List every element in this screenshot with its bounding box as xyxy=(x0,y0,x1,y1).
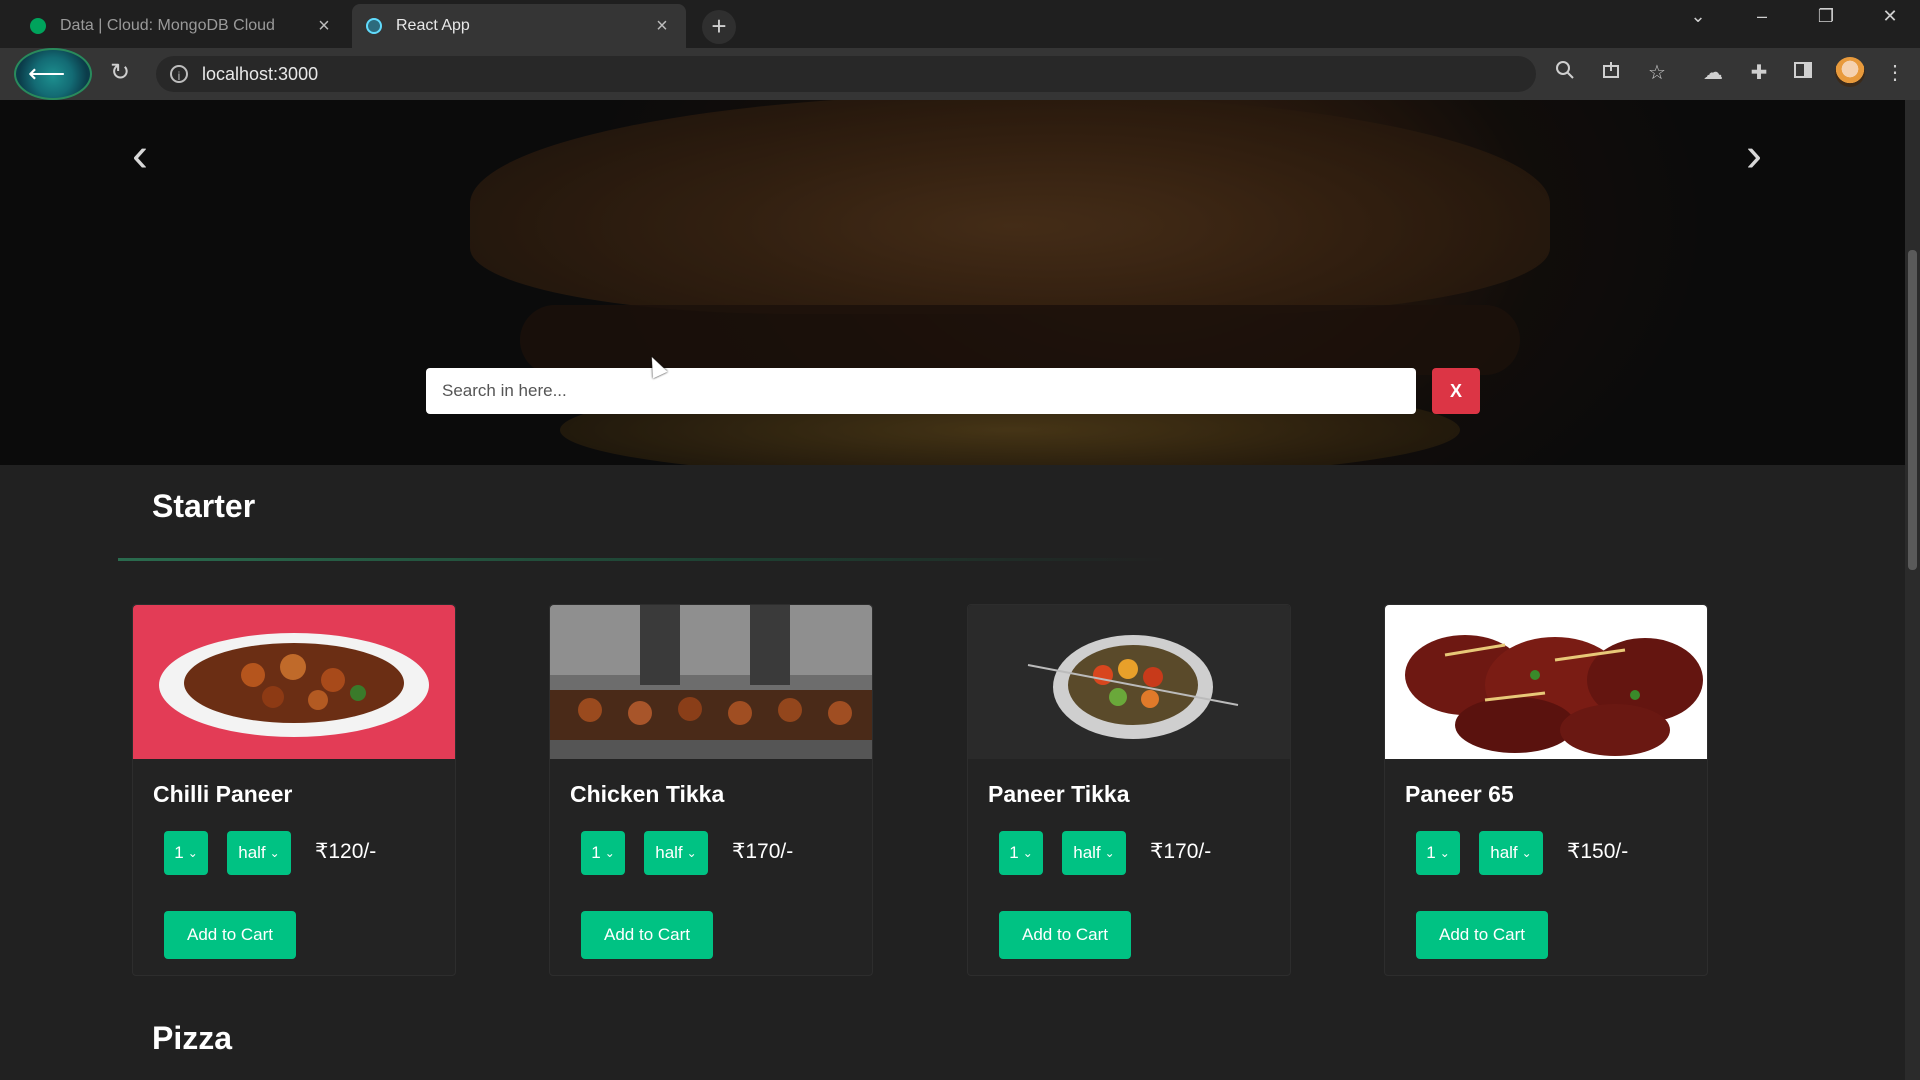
food-image xyxy=(133,605,455,759)
size-select[interactable]: half ⌄ xyxy=(644,831,708,875)
zoom-icon[interactable] xyxy=(1550,60,1580,86)
food-card: Paneer 65 1 ⌄ half ⌄ ₹150/- Add to Cart xyxy=(1384,604,1708,976)
food-image xyxy=(550,605,872,759)
section-title-starter: Starter xyxy=(152,488,256,524)
add-to-cart-button[interactable]: Add to Cart xyxy=(1416,911,1548,959)
reload-icon[interactable]: ↻ xyxy=(110,58,130,87)
quantity-select[interactable]: 1 ⌄ xyxy=(1416,831,1460,875)
food-card: Paneer Tikka 1 ⌄ half ⌄ ₹170/- Add to Cart xyxy=(967,604,1291,976)
browser-tab-strip: Data | Cloud: MongoDB Cloud × React App … xyxy=(0,0,1920,48)
share-icon[interactable] xyxy=(1596,60,1626,86)
food-name: Chilli Paneer xyxy=(153,781,293,807)
tab-title: React App xyxy=(396,17,470,34)
kebab-menu-icon[interactable]: ⋮ xyxy=(1880,60,1910,85)
cloud-extension-icon[interactable]: ☁ xyxy=(1698,60,1728,85)
restore-button[interactable]: ❐ xyxy=(1806,6,1846,27)
close-tab-icon[interactable]: × xyxy=(314,15,334,38)
profile-avatar[interactable] xyxy=(1835,57,1865,87)
chevron-down-icon: ⌄ xyxy=(1022,846,1033,860)
tab-title: Data | Cloud: MongoDB Cloud xyxy=(60,17,275,34)
add-to-cart-button[interactable]: Add to Cart xyxy=(581,911,713,959)
quantity-select[interactable]: 1 ⌄ xyxy=(581,831,625,875)
chevron-down-icon: ⌄ xyxy=(1104,846,1115,860)
chevron-down-icon: ⌄ xyxy=(1521,846,1532,860)
section-title-pizza: Pizza xyxy=(152,1020,233,1056)
quantity-select[interactable]: 1 ⌄ xyxy=(999,831,1043,875)
chevron-down-icon: ⌄ xyxy=(1439,846,1450,860)
carousel-next-icon[interactable]: › xyxy=(1746,128,1762,183)
size-select[interactable]: half ⌄ xyxy=(1479,831,1543,875)
close-tab-icon[interactable]: × xyxy=(652,15,672,38)
carousel-prev-icon[interactable]: ‹ xyxy=(132,128,148,183)
food-image xyxy=(1385,605,1707,759)
tab-search-icon[interactable]: ⌄ xyxy=(1678,6,1718,27)
scrollbar-thumb[interactable] xyxy=(1908,250,1917,570)
food-name: Paneer Tikka xyxy=(988,781,1130,807)
food-card: Chilli Paneer 1 ⌄ half ⌄ ₹120/- Add to Car… xyxy=(132,604,456,976)
side-panel-icon[interactable] xyxy=(1788,60,1818,86)
add-to-cart-button[interactable]: Add to Cart xyxy=(164,911,296,959)
chevron-down-icon: ⌄ xyxy=(187,846,198,860)
search-bar: X xyxy=(426,368,1480,414)
add-to-cart-button[interactable]: Add to Cart xyxy=(999,911,1131,959)
mongodb-leaf-icon xyxy=(30,18,46,34)
minimize-button[interactable]: – xyxy=(1742,6,1782,27)
close-window-button[interactable]: ✕ xyxy=(1870,6,1910,27)
chevron-down-icon: ⌄ xyxy=(604,846,615,860)
bookmark-star-icon[interactable]: ☆ xyxy=(1642,60,1672,85)
clear-search-button[interactable]: X xyxy=(1432,368,1480,414)
food-price: ₹120/- xyxy=(315,840,377,863)
tab-react-app[interactable]: React App × xyxy=(352,4,686,48)
food-price: ₹150/- xyxy=(1567,840,1629,863)
url-text[interactable]: localhost:3000 xyxy=(202,64,318,85)
section-divider xyxy=(118,558,1168,561)
extension-logo-icon[interactable]: ⟵ xyxy=(14,48,92,100)
back-arrow-icon[interactable]: ⟵ xyxy=(28,58,65,89)
react-logo-icon xyxy=(366,18,382,34)
food-name: Paneer 65 xyxy=(1405,781,1514,807)
tab-mongodb-cloud[interactable]: Data | Cloud: MongoDB Cloud × xyxy=(16,4,348,48)
new-tab-button[interactable]: + xyxy=(702,10,736,44)
size-select[interactable]: half ⌄ xyxy=(1062,831,1126,875)
food-price: ₹170/- xyxy=(732,840,794,863)
chevron-down-icon: ⌄ xyxy=(686,846,697,860)
site-info-icon[interactable]: i xyxy=(170,65,188,83)
food-card: Chicken Tikka 1 ⌄ half ⌄ ₹170/- Add to Car… xyxy=(549,604,873,976)
size-select[interactable]: half ⌄ xyxy=(227,831,291,875)
puzzle-extension-icon[interactable]: ✚ xyxy=(1744,60,1774,85)
food-image xyxy=(968,605,1290,759)
quantity-select[interactable]: 1 ⌄ xyxy=(164,831,208,875)
search-input[interactable] xyxy=(426,368,1416,414)
food-price: ₹170/- xyxy=(1150,840,1212,863)
food-name: Chicken Tikka xyxy=(570,781,725,807)
address-bar[interactable]: i localhost:3000 xyxy=(156,56,1536,92)
page-scrollbar[interactable] xyxy=(1905,100,1920,1080)
chevron-down-icon: ⌄ xyxy=(269,846,280,860)
